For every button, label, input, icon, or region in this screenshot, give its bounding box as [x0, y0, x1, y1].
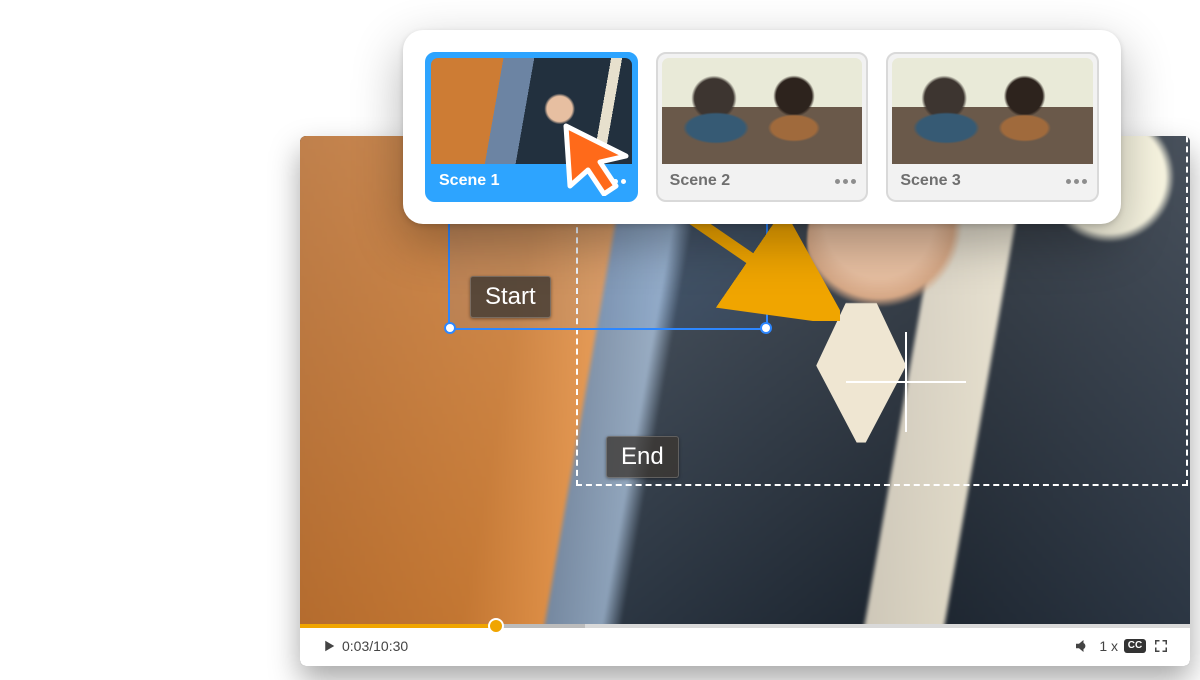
- scene-thumbnail: [662, 58, 863, 164]
- duration: 10:30: [373, 638, 408, 654]
- start-region-label: Start: [470, 276, 551, 318]
- play-button[interactable]: [316, 633, 342, 659]
- resize-handle[interactable]: [760, 322, 772, 334]
- resize-handle[interactable]: [444, 322, 456, 334]
- scene-panel: Scene 1 Scene 2 Scene 3: [403, 30, 1121, 224]
- scene-more-button[interactable]: [605, 179, 626, 184]
- scene-card-1[interactable]: Scene 1: [425, 52, 638, 202]
- captions-button[interactable]: CC: [1122, 633, 1148, 659]
- play-icon: [320, 637, 338, 655]
- volume-button[interactable]: [1069, 633, 1095, 659]
- scene-card-3[interactable]: Scene 3: [886, 52, 1099, 202]
- playback-speed-button[interactable]: 1 x: [1095, 638, 1122, 654]
- volume-icon: [1073, 637, 1091, 655]
- fullscreen-button[interactable]: [1148, 633, 1174, 659]
- cc-icon: CC: [1124, 639, 1146, 653]
- current-time: 0:03: [342, 638, 369, 654]
- player-controls: 0:03 / 10:30 1 x CC: [300, 626, 1190, 666]
- scene-thumbnail: [892, 58, 1093, 164]
- progress-bar[interactable]: [300, 624, 1190, 628]
- end-region-label: End: [606, 436, 679, 478]
- scene-more-button[interactable]: [1066, 179, 1087, 184]
- progress-played: [300, 624, 496, 628]
- scene-label: Scene 1: [439, 172, 597, 190]
- scene-more-button[interactable]: [835, 179, 856, 184]
- scene-label: Scene 3: [900, 172, 1058, 190]
- progress-thumb[interactable]: [490, 620, 502, 632]
- scene-card-2[interactable]: Scene 2: [656, 52, 869, 202]
- scene-label: Scene 2: [670, 172, 828, 190]
- scene-thumbnail: [431, 58, 632, 164]
- fullscreen-icon: [1152, 637, 1170, 655]
